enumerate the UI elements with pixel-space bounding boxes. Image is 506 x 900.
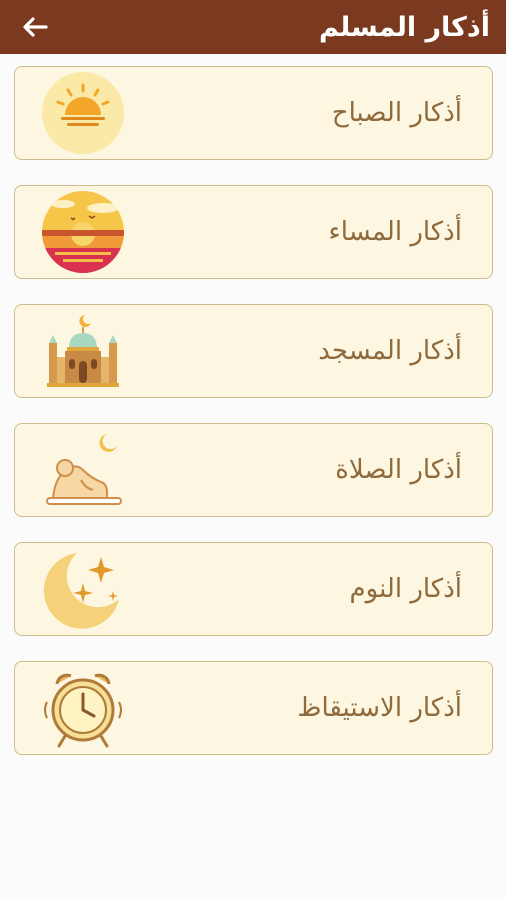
list-item-wakeup[interactable]: أذكار الاستيقاظ (14, 661, 493, 755)
app-bar: أذكار المسلم (0, 0, 506, 54)
list-item-sleep[interactable]: أذكار النوم (14, 542, 493, 636)
list-item-label: أذكار النوم (349, 574, 462, 604)
list-item-prayer[interactable]: أذكار الصلاة (14, 423, 493, 517)
list-item-label: أذكار المساء (328, 217, 462, 247)
adhkar-list: أذكار الصباح أذكار المساء أذكار المسجد أ… (14, 66, 493, 780)
sunrise-icon (41, 71, 125, 155)
list-item-label: أذكار الصلاة (335, 455, 462, 485)
mosque-icon (41, 309, 125, 393)
list-item-evening[interactable]: أذكار المساء (14, 185, 493, 279)
prayer-icon (41, 428, 125, 512)
page-title: أذكار المسلم (318, 11, 490, 43)
moon-stars-icon (41, 547, 125, 631)
alarm-clock-icon (41, 666, 125, 750)
list-item-morning[interactable]: أذكار الصباح (14, 66, 493, 160)
list-item-mosque[interactable]: أذكار المسجد (14, 304, 493, 398)
back-button[interactable] (18, 10, 52, 44)
list-item-label: أذكار المسجد (318, 336, 462, 366)
arrow-left-icon (23, 17, 48, 37)
list-item-label: أذكار الصباح (331, 98, 462, 128)
list-item-label: أذكار الاستيقاظ (297, 693, 462, 723)
sunset-icon (41, 190, 125, 274)
